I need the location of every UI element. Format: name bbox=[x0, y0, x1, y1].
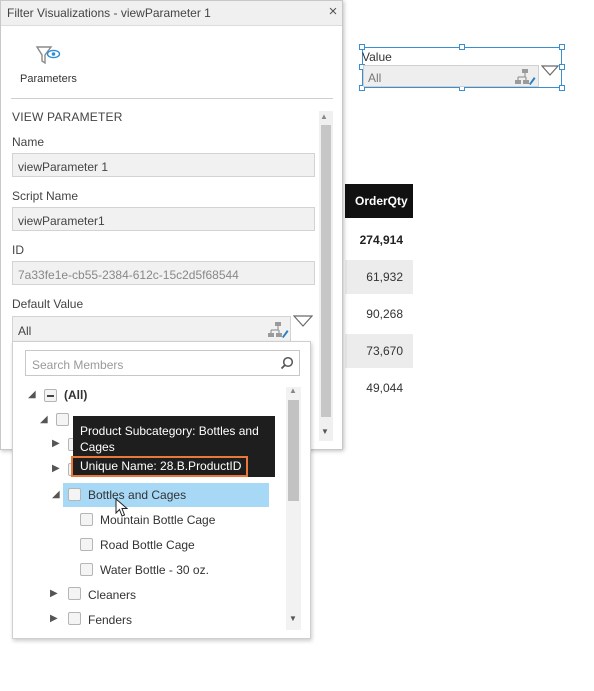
scroll-up-icon[interactable]: ▲ bbox=[289, 386, 297, 395]
table-row: 61,932 bbox=[345, 260, 413, 294]
resize-handle[interactable] bbox=[559, 64, 565, 70]
collapsed-triangle-icon[interactable]: ▶ bbox=[52, 463, 60, 474]
tooltip-caption: Product Subcategory: Bottles and Cages bbox=[80, 424, 259, 454]
search-icon[interactable] bbox=[280, 356, 294, 370]
filter-eye-icon[interactable] bbox=[35, 45, 61, 67]
name-field[interactable]: viewParameter 1 bbox=[12, 153, 315, 177]
scroll-down-icon[interactable]: ▼ bbox=[321, 427, 329, 436]
table-row: 49,044 bbox=[366, 381, 403, 395]
resize-handle[interactable] bbox=[559, 44, 565, 50]
expanded-triangle-icon[interactable]: ◢ bbox=[52, 489, 60, 500]
close-icon[interactable]: × bbox=[326, 4, 340, 20]
name-label: Name bbox=[12, 135, 45, 149]
tree-node-all[interactable]: (All) bbox=[64, 388, 87, 402]
scroll-down-icon[interactable]: ▼ bbox=[289, 614, 297, 623]
tree-node-road-bottle-cage[interactable]: Road Bottle Cage bbox=[100, 538, 195, 552]
tree-node-checkbox[interactable] bbox=[80, 563, 93, 576]
table-row: 274,914 bbox=[359, 233, 403, 247]
hierarchy-icon[interactable] bbox=[514, 68, 536, 86]
value-widget-label: Value bbox=[362, 50, 392, 64]
tree-node-checkbox[interactable] bbox=[68, 488, 81, 501]
tree-scrollbar-thumb[interactable] bbox=[288, 400, 299, 501]
table-row: 73,670 bbox=[345, 334, 413, 368]
collapsed-triangle-icon[interactable]: ▶ bbox=[52, 438, 60, 449]
value-widget-field[interactable]: All bbox=[363, 65, 539, 87]
id-field[interactable]: 7a33fe1e-cb55-2384-612c-15c2d5f68544 bbox=[12, 261, 315, 285]
resize-handle[interactable] bbox=[559, 85, 565, 91]
unique-name-highlight: Unique Name: 28.B.ProductID bbox=[71, 456, 248, 477]
dialog-scrollbar-thumb[interactable] bbox=[321, 125, 331, 417]
default-value-text: All bbox=[18, 324, 32, 338]
scroll-up-icon[interactable]: ▲ bbox=[320, 112, 328, 121]
divider bbox=[11, 98, 333, 99]
hierarchy-icon[interactable] bbox=[267, 321, 289, 339]
tree-node-checkbox[interactable] bbox=[80, 538, 93, 551]
tree-node-checkbox[interactable] bbox=[56, 413, 69, 426]
dialog-titlebar[interactable]: Filter Visualizations - viewParameter 1 … bbox=[1, 1, 342, 26]
all-checkbox[interactable] bbox=[44, 389, 57, 402]
id-label: ID bbox=[12, 243, 24, 257]
collapsed-triangle-icon[interactable]: ▶ bbox=[50, 613, 58, 624]
value-widget-text: All bbox=[368, 71, 382, 85]
table-header-orderqty[interactable]: OrderQty bbox=[345, 184, 413, 218]
table-row: 90,268 bbox=[366, 307, 403, 321]
search-members-input[interactable]: Search Members bbox=[25, 350, 300, 376]
chevron-down-icon[interactable] bbox=[541, 64, 559, 77]
tree-node-cleaners[interactable]: Cleaners bbox=[88, 588, 136, 602]
parameters-tab-label[interactable]: Parameters bbox=[20, 73, 77, 85]
tree-node-fenders[interactable]: Fenders bbox=[88, 613, 132, 627]
chevron-down-icon[interactable] bbox=[293, 314, 313, 328]
tree-node-checkbox[interactable] bbox=[68, 587, 81, 600]
section-heading: VIEW PARAMETER bbox=[12, 110, 123, 124]
tree-node-water-bottle[interactable]: Water Bottle - 30 oz. bbox=[100, 563, 209, 577]
collapsed-triangle-icon[interactable]: ▶ bbox=[50, 588, 58, 599]
script-name-label: Script Name bbox=[12, 189, 79, 203]
search-placeholder: Search Members bbox=[32, 358, 124, 372]
tree-node-checkbox[interactable] bbox=[80, 513, 93, 526]
dialog-title: Filter Visualizations - viewParameter 1 bbox=[7, 6, 211, 20]
tree-node-bottles-and-cages[interactable]: Bottles and Cages bbox=[88, 488, 186, 502]
tree-node-checkbox[interactable] bbox=[68, 612, 81, 625]
resize-handle[interactable] bbox=[459, 44, 465, 50]
script-name-field[interactable]: viewParameter1 bbox=[12, 207, 315, 231]
member-dropdown: Search Members ▲ ▼ ◢ (All) ◢ ▶ ▶ ◢ Bottl… bbox=[12, 341, 311, 639]
default-value-label: Default Value bbox=[12, 297, 84, 311]
expanded-triangle-icon[interactable]: ◢ bbox=[40, 414, 48, 425]
tooltip-unique-name: Unique Name: 28.B.ProductID bbox=[80, 459, 242, 473]
tree-node-mountain-bottle-cage[interactable]: Mountain Bottle Cage bbox=[100, 513, 215, 527]
expanded-triangle-icon[interactable]: ◢ bbox=[28, 389, 36, 400]
default-value-field[interactable]: All bbox=[12, 316, 291, 342]
